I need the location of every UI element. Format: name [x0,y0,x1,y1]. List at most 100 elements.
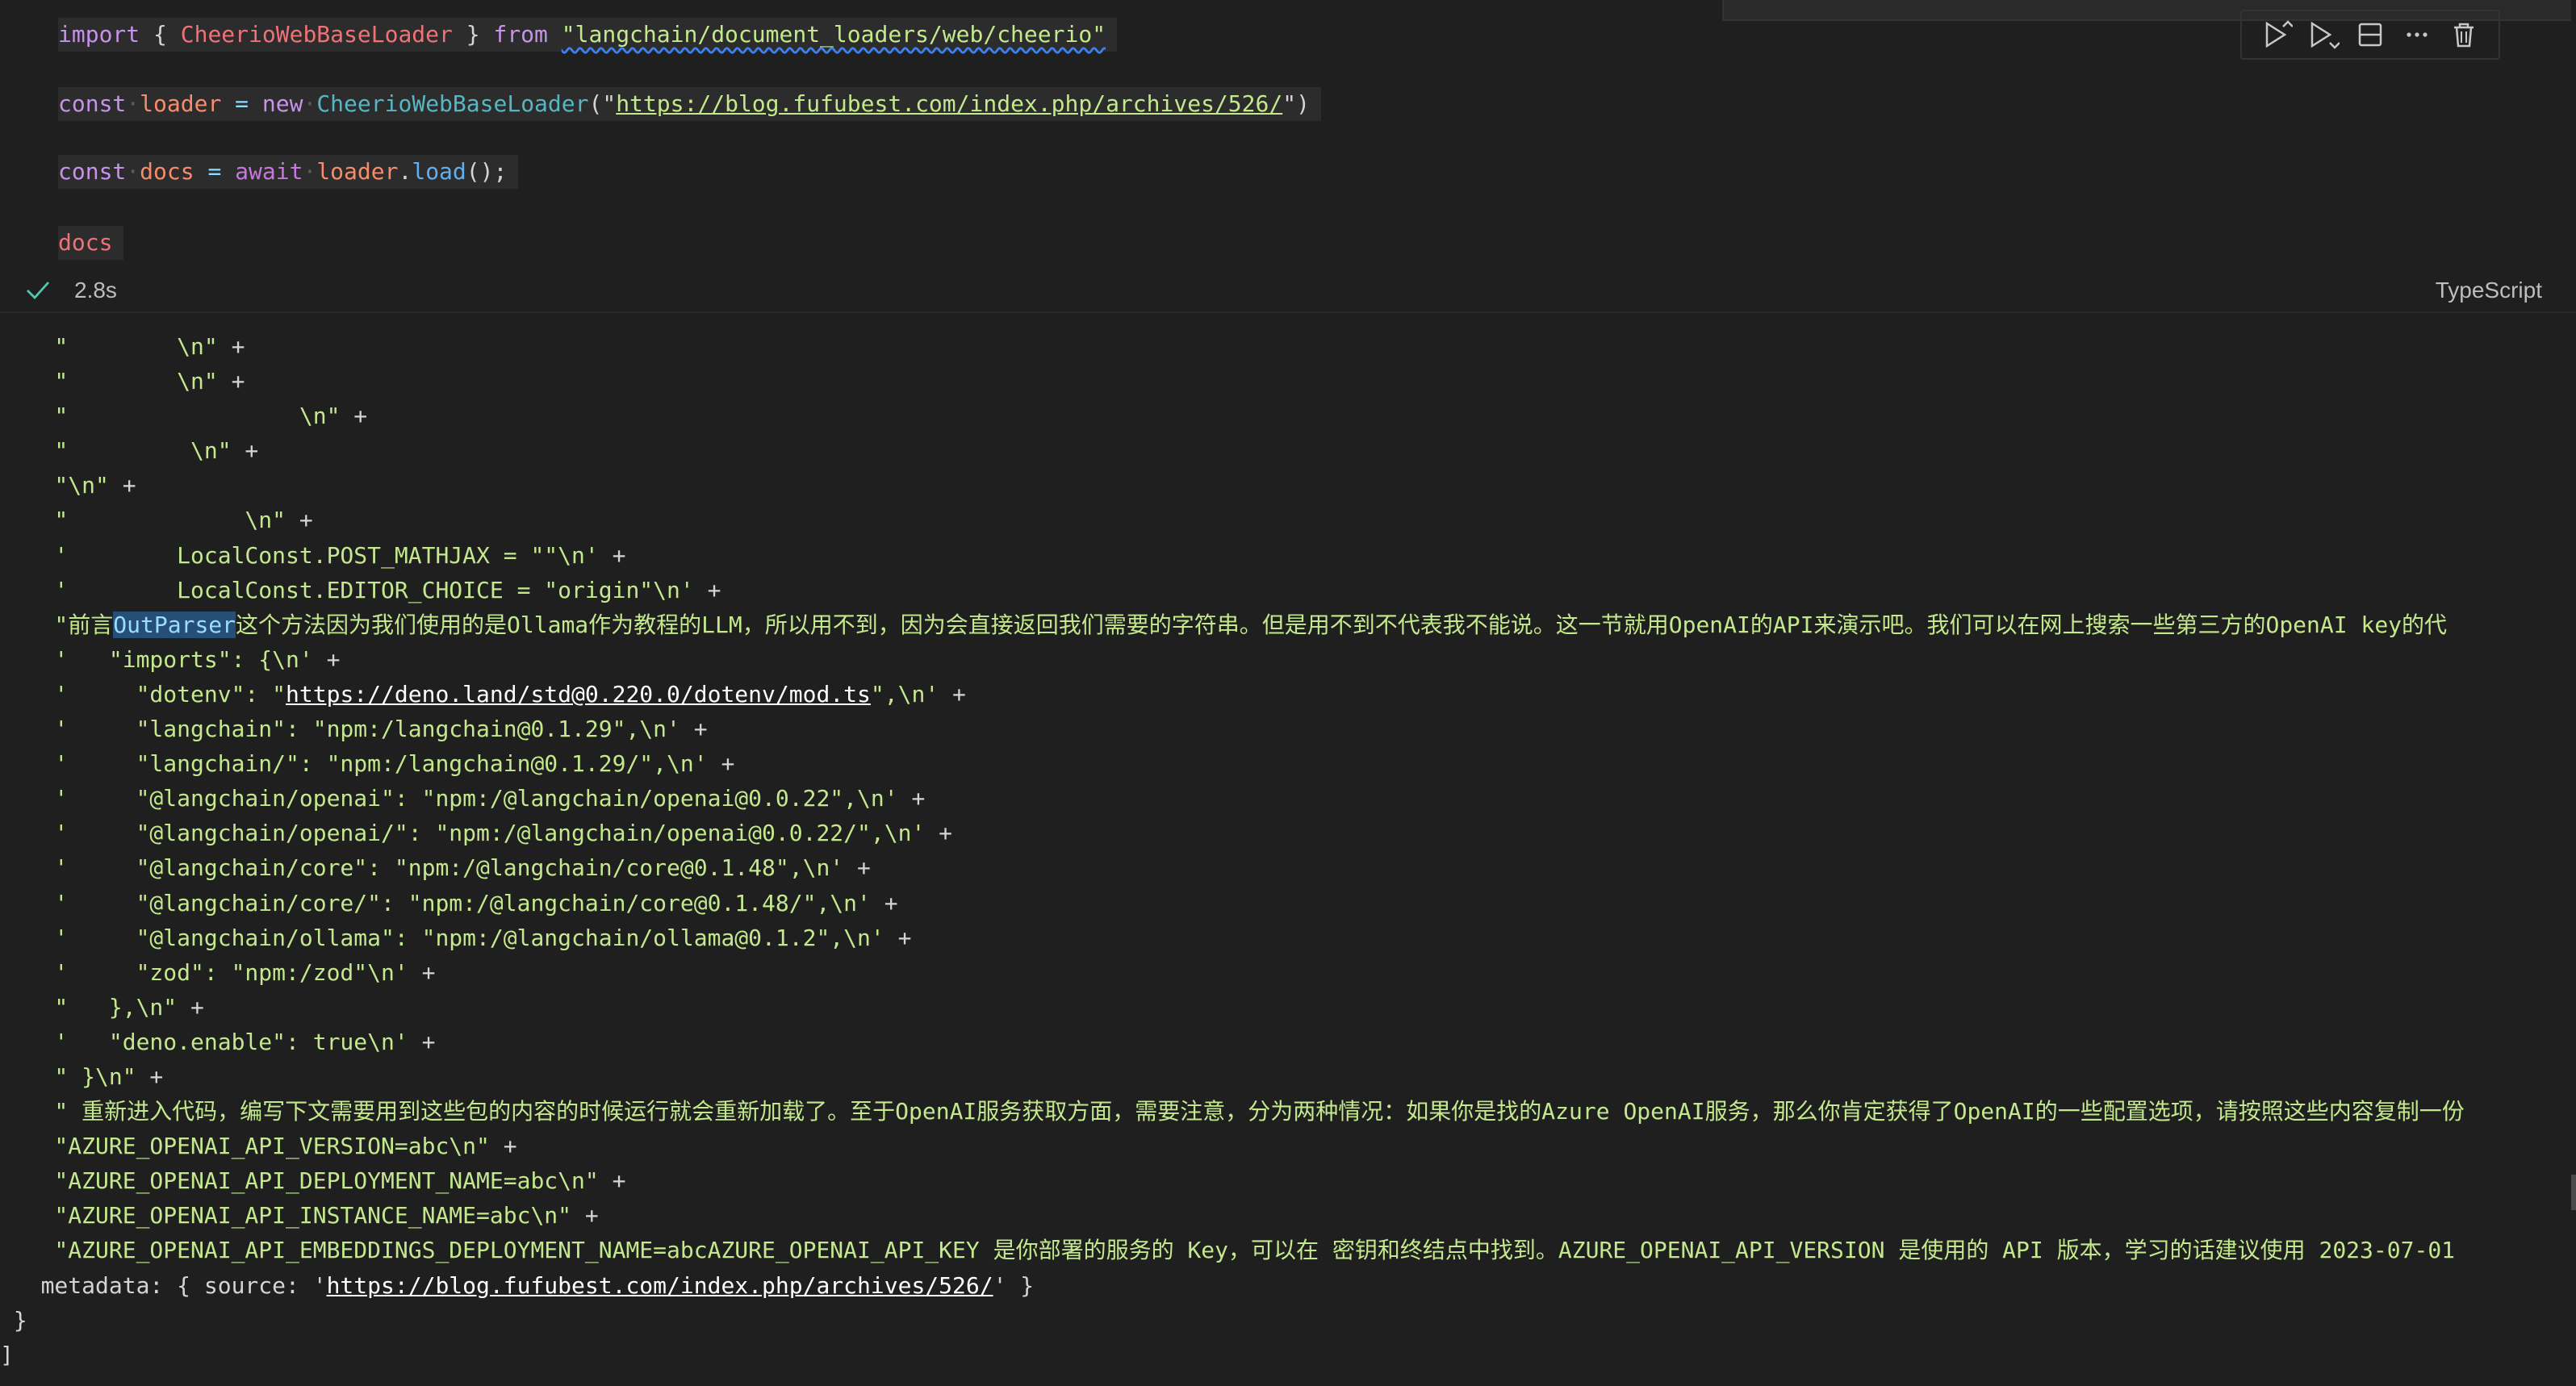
output-text-segment: "AZURE_OPENAI_API_INSTANCE_NAME=abc\n" [0,1202,572,1229]
code-cell[interactable]: import { CheerioWebBaseLoader } from "la… [0,0,2576,311]
execution-time: 2.8s [74,278,117,303]
concat-operator: + [693,576,721,603]
concat-operator: + [884,924,912,951]
variable-docs: docs [140,158,194,185]
method-load: load [412,158,466,185]
output-text-segment: " 重新进入代码，编写下文需要用到这些包的内容的时候运行就会重新加载了。至于Op… [0,1098,2465,1125]
class-name-token: CheerioWebBaseLoader [316,90,589,117]
output-text-segment: ' "imports": {\n' [0,645,313,673]
cell-status-bar: 2.8s TypeScript [0,271,2576,311]
class-name-token: CheerioWebBaseLoader [180,21,453,48]
output-text-segment: } [0,1306,27,1334]
more-icon[interactable] [2401,19,2433,51]
output-text-segment: ",\n' [870,680,939,708]
whitespace-dot: · [303,90,317,117]
output-line: ' "@langchain/openai": "npm:/@langchain/… [0,781,2555,816]
url-link[interactable]: https://deno.land/std@0.220.0/dotenv/mod… [286,681,871,708]
dot: . [398,158,412,185]
concat-operator: + [897,785,926,812]
output-line: " 重新进入代码，编写下文需要用到这些包的内容的时候运行就会重新加载了。至于Op… [0,1094,2555,1129]
output-line: "AZURE_OPENAI_API_EMBEDDINGS_DEPLOYMENT_… [0,1233,2555,1267]
import-keyword: import [58,21,140,48]
selected-text: OutParser [113,611,236,638]
output-text-segment: ' "langchain": "npm:/langchain@0.1.29",\… [0,716,680,743]
code-line-1[interactable]: import { CheerioWebBaseLoader } from "la… [58,18,1118,52]
assign-operator: = [221,90,262,117]
output-line: ' "@langchain/core/": "npm:/@langchain/c… [0,886,2555,921]
output-line: ' "deno.enable": true\n' + [0,1025,2555,1059]
output-text-segment: "AZURE_OPENAI_API_EMBEDDINGS_DEPLOYMENT_… [0,1237,2456,1264]
output-text-segment: "\n" [0,472,109,499]
concat-operator: + [340,403,368,430]
output-text-segment: ' "@langchain/core/": "npm:/@langchain/c… [0,889,871,916]
output-text-segment: " },\n" [0,993,178,1021]
language-label[interactable]: TypeScript [2436,278,2542,303]
concat-operator: + [680,716,708,743]
split-cell-icon[interactable] [2354,19,2386,51]
concat-operator: + [571,1202,599,1229]
output-line: " }\n" + [0,1059,2555,1094]
output-line: "AZURE_OPENAI_API_VERSION=abc\n" + [0,1129,2555,1163]
const-keyword: const [58,158,127,185]
concat-operator: + [598,1167,626,1195]
output-text-segment: "前言 [0,611,114,638]
output-line: ' "@langchain/openai/": "npm:/@langchain… [0,816,2555,850]
output-line: "前言OutParser这个方法因为我们使用的是Ollama作为教程的LLM，所… [0,607,2555,642]
output-line: "AZURE_OPENAI_API_DEPLOYMENT_NAME=abc\n"… [0,1163,2555,1198]
code-line-3[interactable]: const·docs = await·loader.load(); [58,155,519,189]
output-line: ' "langchain/": "npm:/langchain@0.1.29/"… [0,746,2555,781]
output-text-segment: ' } [993,1271,1035,1299]
url-link[interactable]: https://blog.fufubest.com/index.php/arch… [327,1272,993,1299]
metadata-label: metadata: { source: ' [0,1271,327,1299]
concat-operator: + [598,541,626,569]
output-text-segment: ' LocalConst.EDITOR_CHOICE = "origin"\n' [0,576,694,603]
code-line-2[interactable]: const·loader = new·CheerioWebBaseLoader(… [58,87,1321,121]
concat-operator: + [489,1133,517,1160]
output-text-segment: " \n" [0,437,232,465]
object-loader: loader [316,158,399,185]
brace-close: } [452,21,494,48]
output-text-segment: 这个方法因为我们使用的是Ollama作为教程的LLM，所以用不到，因为会直接返回… [236,611,2448,638]
output-text-segment: " }\n" [0,1062,136,1090]
output-text-segment: ' "@langchain/openai": "npm:/@langchain/… [0,785,898,812]
delete-icon[interactable] [2448,19,2480,51]
concat-operator: + [217,333,245,360]
run-above-icon[interactable] [2260,19,2293,51]
await-keyword: await [235,158,303,185]
from-keyword: from [493,21,548,48]
url-link[interactable]: https://blog.fufubest.com/index.php/arch… [616,90,1282,117]
output-line: ' "imports": {\n' + [0,642,2555,677]
code-line-4[interactable]: docs [58,226,124,260]
output-text-segment: "AZURE_OPENAI_API_DEPLOYMENT_NAME=abc\n" [0,1167,599,1195]
output-text-segment: " \n" [0,507,286,534]
output-text-segment: ' "langchain/": "npm:/langchain@0.1.29/"… [0,750,708,778]
output-line: " },\n" + [0,990,2555,1025]
concat-operator: + [939,680,966,708]
concat-operator: + [843,854,871,882]
concat-operator: + [286,507,313,534]
output-line: ' "dotenv": "https://deno.land/std@0.220… [0,677,2555,712]
concat-operator: + [408,1028,436,1055]
run-below-icon[interactable] [2307,19,2340,51]
output-text-segment: ] [0,1341,14,1368]
output-line: " \n" + [0,399,2555,433]
success-check-icon [24,276,52,307]
output-scrollbar[interactable] [2571,1175,2576,1210]
concat-operator: + [217,368,245,395]
output-line: ' "zod": "npm:/zod"\n' + [0,955,2555,990]
whitespace-dot: · [126,158,140,185]
assign-operator: = [194,158,236,185]
output-text-segment: " \n" [0,333,218,360]
output-text-segment: ' "deno.enable": true\n' [0,1028,408,1055]
output-text-segment: "AZURE_OPENAI_API_VERSION=abc\n" [0,1133,490,1160]
cell-output[interactable]: " \n" + " \n" + " \n" + " \n" + "\n" + "… [0,313,2576,1386]
output-line: ' LocalConst.POST_MATHJAX = ""\n' + [0,538,2555,573]
output-line: ' LocalConst.EDITOR_CHOICE = "origin"\n'… [0,573,2555,607]
output-line: " \n" + [0,433,2555,468]
output-text-segment: " \n" [0,403,341,430]
output-line: metadata: { source: 'https://blog.fufube… [0,1268,2555,1303]
output-text-segment: ' "@langchain/ollama": "npm:/@langchain/… [0,924,884,951]
output-text-segment: ' "@langchain/core": "npm:/@langchain/co… [0,854,844,882]
output-line: "AZURE_OPENAI_API_INSTANCE_NAME=abc\n" + [0,1198,2555,1233]
concat-operator: + [136,1062,164,1090]
